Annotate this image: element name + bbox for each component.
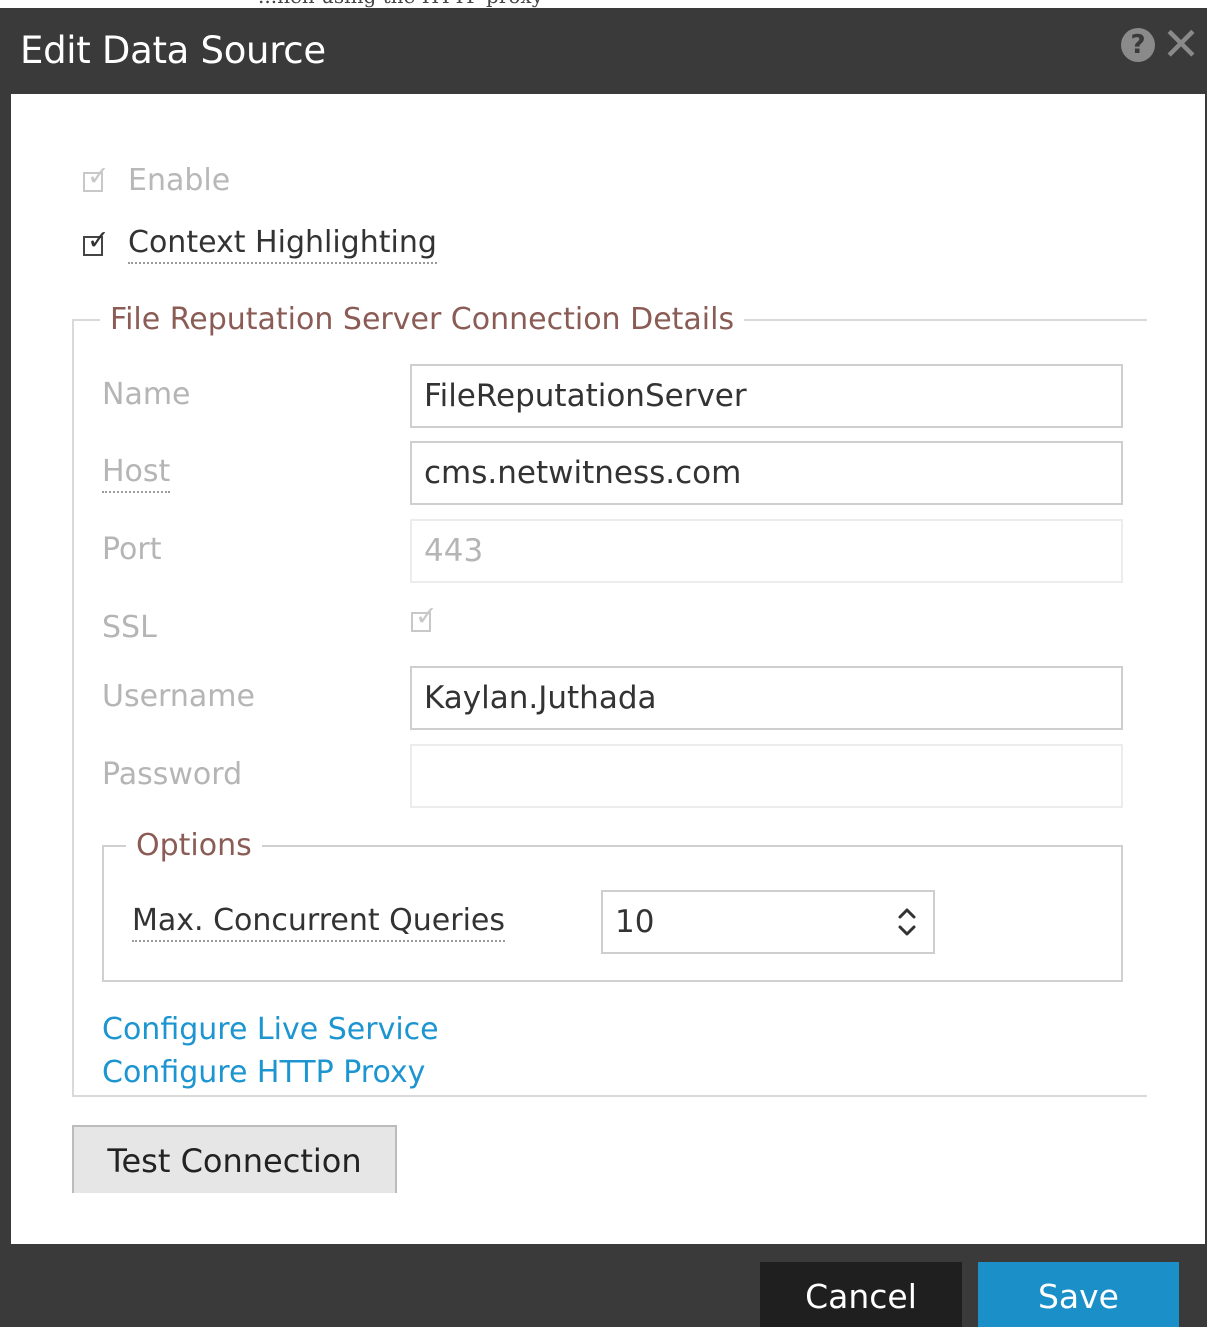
help-icon[interactable]: ? [1121, 28, 1155, 62]
dialog-left-border [0, 94, 11, 1244]
clipped-header-strip: ...hen using the HTTP proxy [0, 0, 1207, 8]
max-concurrent-queries-stepper[interactable]: 10 [601, 890, 935, 954]
port-input[interactable] [410, 519, 1123, 583]
host-input[interactable] [410, 441, 1123, 505]
close-icon[interactable]: ✕ [1160, 21, 1202, 67]
username-label: Username [102, 679, 255, 714]
password-label: Password [102, 757, 243, 792]
ssl-label: SSL [102, 610, 157, 645]
context-highlighting-label[interactable]: Context Highlighting [128, 225, 437, 264]
ssl-checkbox[interactable]: ✓ [410, 603, 438, 633]
context-highlighting-checkbox[interactable]: ✓ [82, 227, 110, 257]
options-legend: Options [136, 828, 252, 863]
host-label: Host [102, 454, 171, 493]
max-concurrent-queries-label: Max. Concurrent Queries [132, 903, 506, 942]
dialog-title: Edit Data Source [20, 29, 326, 72]
checkmark-icon: ✓ [87, 225, 110, 256]
username-input[interactable] [410, 666, 1123, 730]
updown-arrows-icon[interactable] [895, 902, 919, 942]
enable-label: Enable [128, 162, 231, 198]
context-highlighting-row: ✓ Context Highlighting [82, 224, 437, 264]
checkmark-icon: ✓ [415, 601, 438, 632]
name-label: Name [102, 377, 191, 412]
dialog-titlebar: Edit Data Source ? ✕ [0, 8, 1207, 94]
enable-checkbox-row: ✓ Enable [82, 160, 230, 200]
configure-live-service-link[interactable]: Configure Live Service [102, 1012, 439, 1047]
name-input[interactable] [410, 364, 1123, 428]
enable-checkbox[interactable]: ✓ [82, 163, 110, 193]
connection-details-legend: File Reputation Server Connection Detail… [110, 302, 735, 337]
checkmark-icon: ✓ [87, 161, 110, 192]
port-label: Port [102, 532, 162, 567]
save-button[interactable]: Save [978, 1262, 1179, 1327]
test-connection-button[interactable]: Test Connection [72, 1125, 397, 1193]
stepper-value: 10 [615, 904, 655, 940]
configure-http-proxy-link[interactable]: Configure HTTP Proxy [102, 1055, 425, 1090]
password-input[interactable] [410, 744, 1123, 808]
cancel-button[interactable]: Cancel [760, 1262, 962, 1327]
clipped-text: ...hen using the HTTP proxy [258, 0, 543, 8]
